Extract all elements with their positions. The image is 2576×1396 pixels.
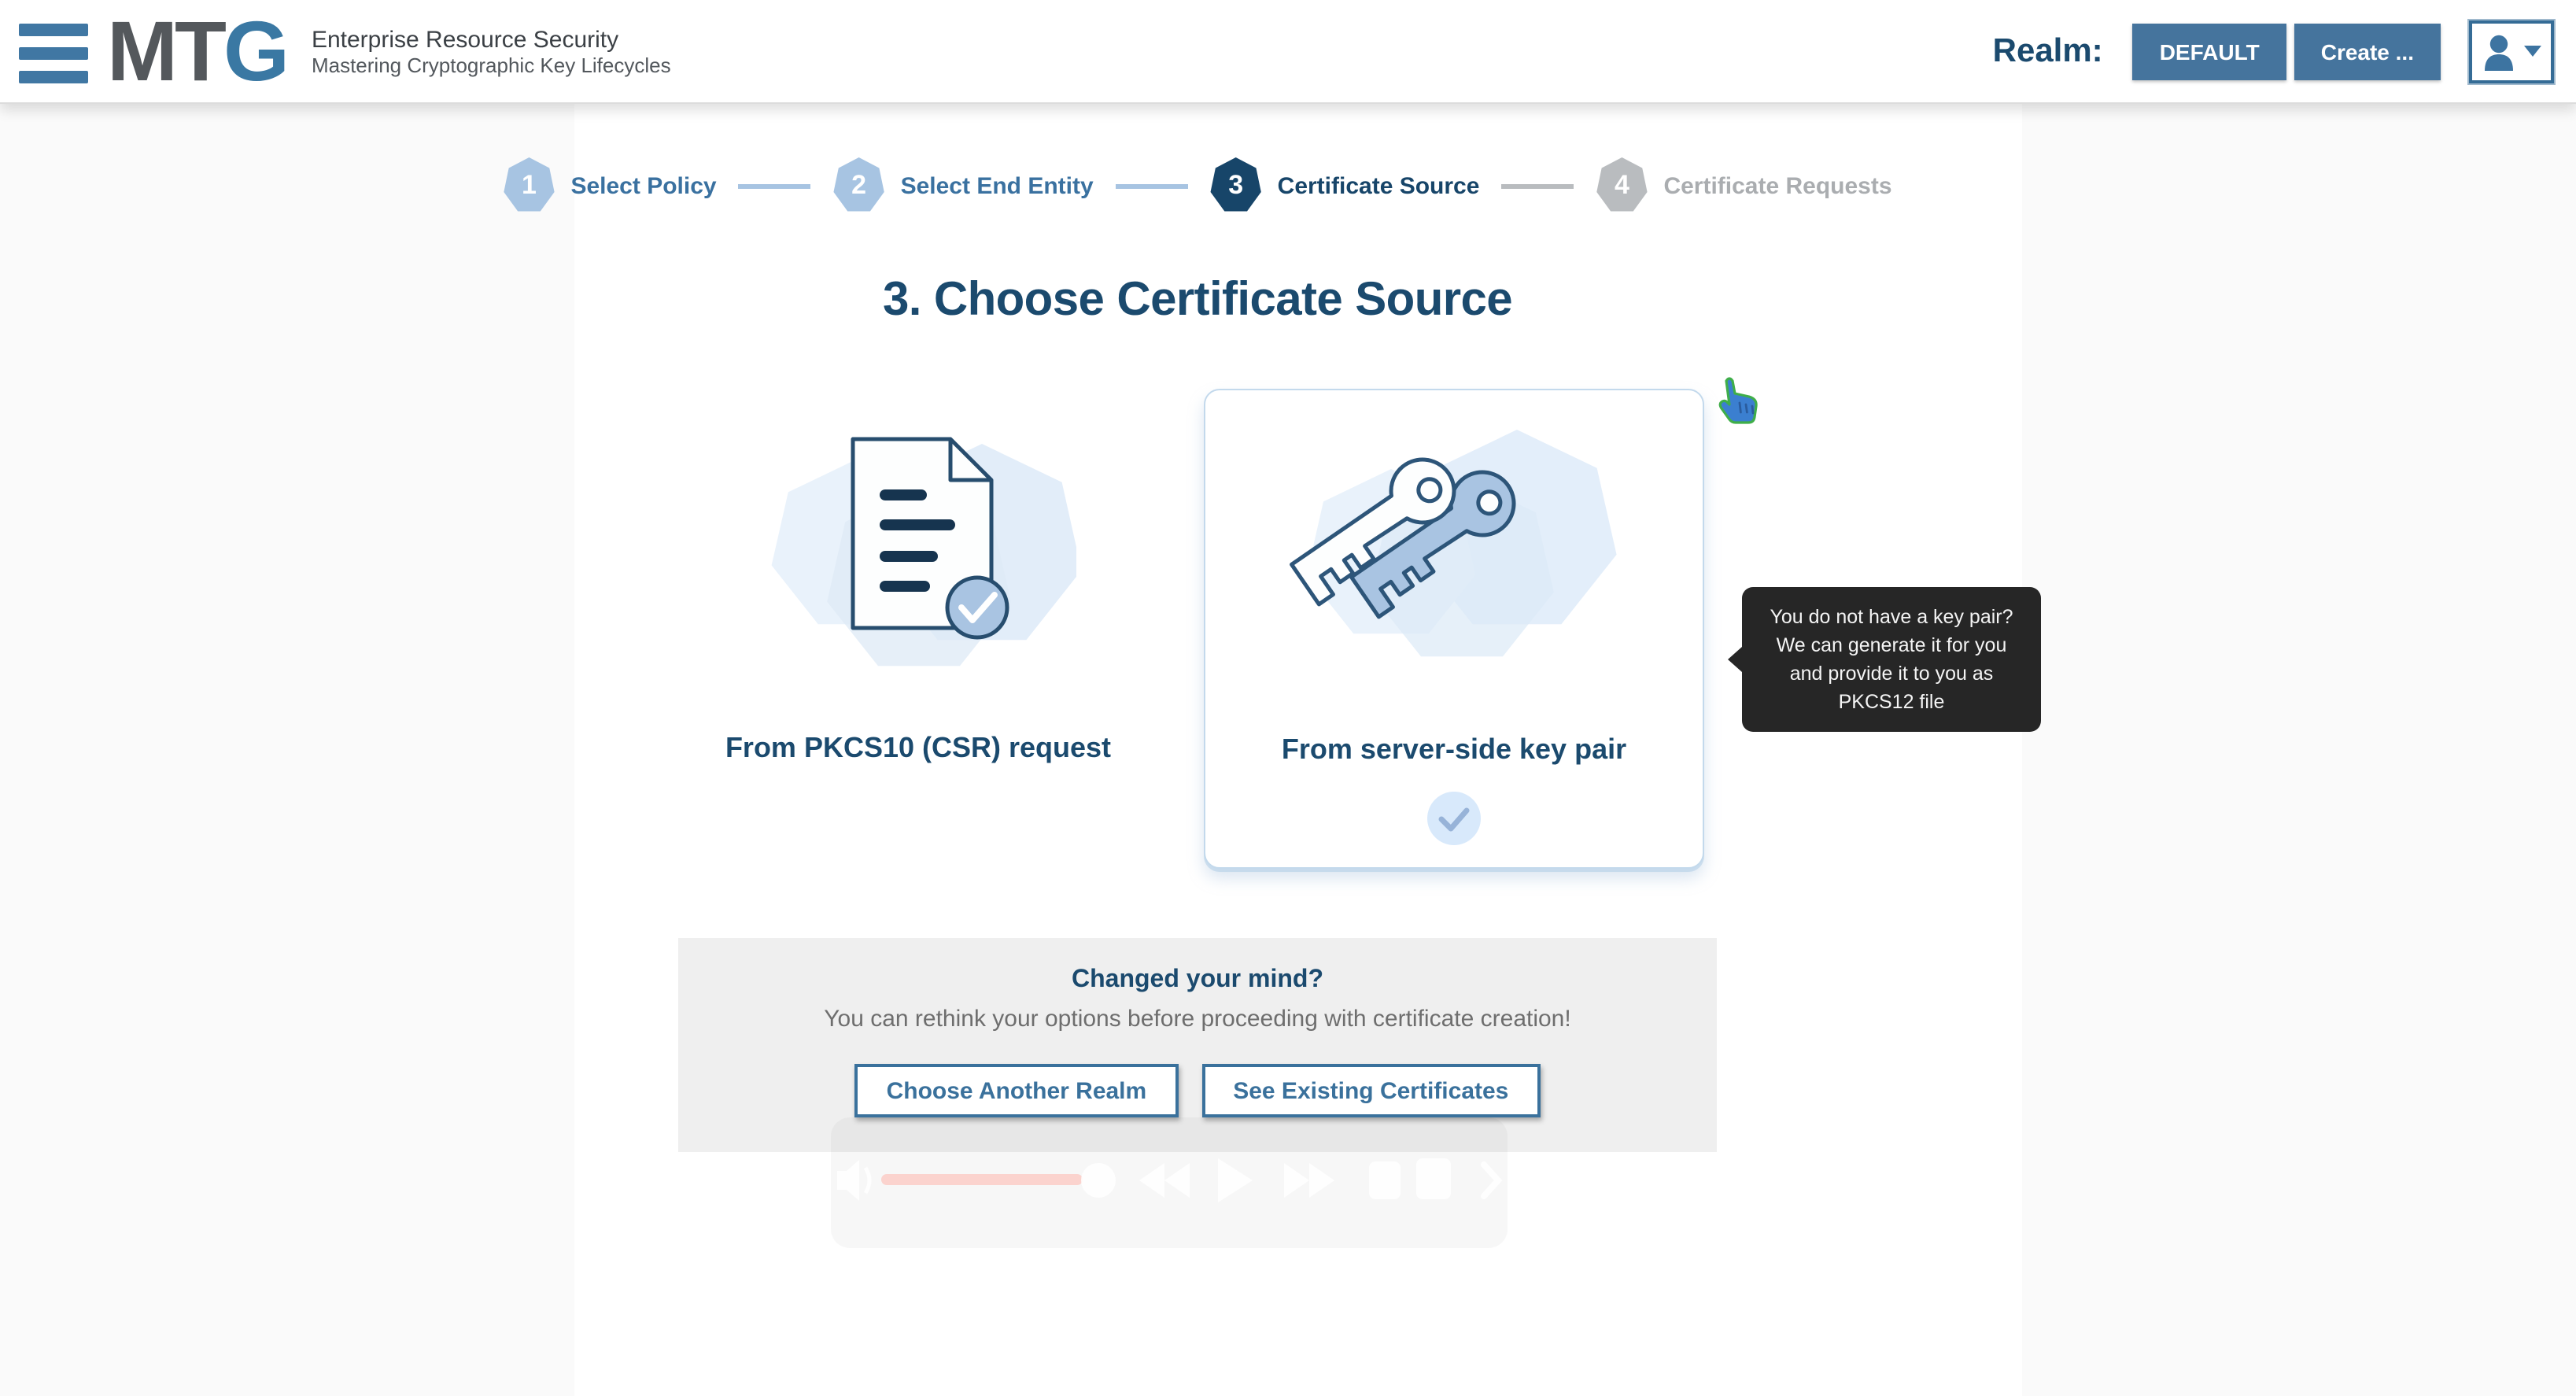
step-badge-3: 3 [1210,157,1262,214]
document-check-icon [761,420,1076,707]
card-label: From PKCS10 (CSR) request [725,732,1111,765]
realm-label: Realm: [1993,32,2103,70]
step-connector [1501,183,1574,188]
panel-title: Changed your mind? [716,966,1679,995]
key-pair-icon [1281,422,1627,689]
card-server-side-key-pair[interactable]: From server-side key pair [1204,389,1704,869]
logo-text-mt: MT [107,9,223,94]
chevron-down-icon [2523,45,2541,57]
step-connector [1116,183,1188,188]
page-body: 1 Select Policy 2 Select End Entity 3 Ce… [0,104,2576,1396]
changed-your-mind-panel: Changed your mind? You can rethink your … [678,938,1717,1152]
tagline-line1: Enterprise Resource Security [312,26,671,53]
card-label: From server-side key pair [1282,733,1626,766]
selected-check-badge [1427,792,1481,845]
pointer-hand-cursor-icon [1715,376,1762,427]
see-existing-certificates-button[interactable]: See Existing Certificates [1201,1064,1540,1117]
step-label-1: Select Policy [570,172,716,199]
panel-subtitle: You can rethink your options before proc… [716,1006,1679,1032]
step-badge-2: 2 [833,157,885,214]
step-badge-1: 1 [503,157,555,214]
check-icon [1427,792,1481,845]
card-pkcs10-csr[interactable]: From PKCS10 (CSR) request [691,389,1146,765]
step-connector [739,183,811,188]
step-label-3: Certificate Source [1278,172,1480,199]
user-menu-button[interactable] [2469,20,2554,83]
wizard-stepper: 1 Select Policy 2 Select End Entity 3 Ce… [574,104,1821,214]
tagline-line2: Mastering Cryptographic Key Lifecycles [312,53,671,76]
certificate-source-options: From PKCS10 (CSR) request [574,389,1821,869]
mtg-logo[interactable]: MT G [107,9,286,94]
app-tagline: Enterprise Resource Security Mastering C… [312,26,671,76]
choose-another-realm-button[interactable]: Choose Another Realm [855,1064,1179,1117]
stepper-step-1[interactable]: 1 Select Policy [503,157,832,214]
logo-text-g: G [223,9,286,94]
stepper-step-4: 4 Certificate Requests [1596,157,1891,214]
realm-default-button[interactable]: DEFAULT [2133,23,2286,79]
realm-create-button[interactable]: Create ... [2294,23,2441,79]
stepper-step-3: 3 Certificate Source [1210,157,1596,214]
user-avatar-icon [2482,32,2517,70]
stepper-step-2[interactable]: 2 Select End Entity [833,157,1210,214]
step-label-2: Select End Entity [901,172,1094,199]
step-badge-4: 4 [1596,157,1648,214]
app-root: MT G Enterprise Resource Security Master… [0,0,2576,1396]
keypair-tooltip: You do not have a key pair? We can gener… [1742,587,2041,732]
hamburger-menu-icon[interactable] [19,21,91,84]
page-title: 3. Choose Certificate Source [574,274,1821,327]
step-label-4: Certificate Requests [1663,172,1891,199]
app-header: MT G Enterprise Resource Security Master… [0,0,2576,104]
